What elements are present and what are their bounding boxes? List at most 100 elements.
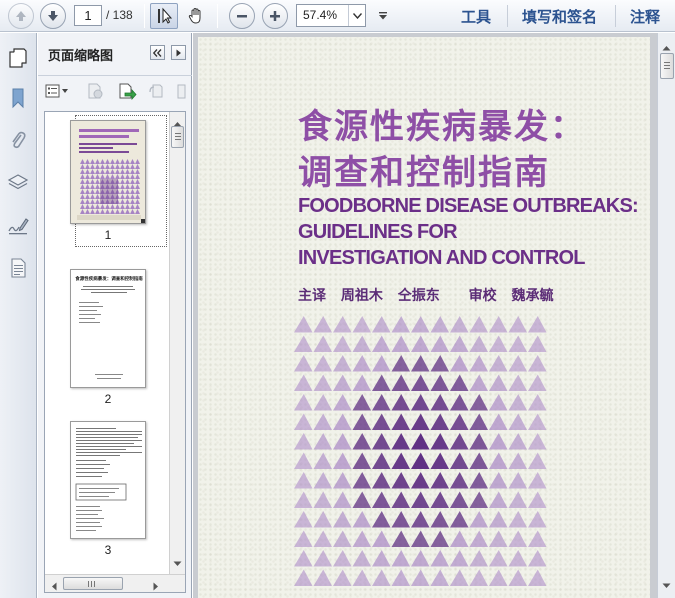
thumbnail-page-2[interactable]: 食源性疾病暴发：调查和控制指南 bbox=[70, 269, 146, 388]
thumbnail-cover-pattern bbox=[80, 159, 140, 214]
cover-triangle bbox=[294, 433, 313, 450]
page-thumbnails-button[interactable] bbox=[5, 45, 31, 71]
rotate-pages-button[interactable] bbox=[146, 81, 168, 101]
cover-triangle bbox=[528, 511, 547, 528]
cover-triangle bbox=[391, 374, 410, 391]
cover-triangle bbox=[313, 491, 332, 508]
menu-fill-sign[interactable]: 填写和签名 bbox=[522, 6, 597, 27]
arrow-up-icon bbox=[16, 11, 26, 21]
doc-scroll-thumb[interactable] bbox=[660, 53, 674, 79]
cover-triangle bbox=[294, 472, 313, 489]
thumbnail-item-1[interactable]: 1 bbox=[45, 120, 171, 242]
cover-triangle bbox=[469, 355, 488, 372]
cover-triangle bbox=[528, 374, 547, 391]
cover-triangle bbox=[372, 491, 391, 508]
select-tool-button[interactable] bbox=[150, 3, 178, 29]
extract-pages-button[interactable] bbox=[116, 81, 138, 101]
chevron-down-icon[interactable] bbox=[348, 5, 365, 26]
cover-triangle bbox=[450, 433, 469, 450]
options-menu-button[interactable] bbox=[44, 81, 72, 101]
cover-triangle bbox=[430, 433, 449, 450]
document-page: 食源性疾病暴发： 调查和控制指南 FOODBORNE DISEASE OUTBR… bbox=[198, 37, 650, 598]
cover-triangle bbox=[372, 355, 391, 372]
zoom-in-button[interactable] bbox=[262, 3, 288, 29]
cover-triangle bbox=[294, 550, 313, 567]
cover-triangle bbox=[372, 394, 391, 411]
scroll-thumb[interactable] bbox=[171, 126, 184, 148]
page-number-input[interactable]: 1 bbox=[74, 5, 102, 26]
cover-triangle bbox=[333, 355, 352, 372]
zoom-out-button[interactable] bbox=[229, 3, 255, 29]
cover-triangle bbox=[489, 452, 508, 469]
cover-triangle bbox=[333, 374, 352, 391]
cover-triangle bbox=[411, 335, 430, 352]
bookmarks-button[interactable] bbox=[5, 85, 31, 111]
document-view[interactable]: 食源性疾病暴发： 调查和控制指南 FOODBORNE DISEASE OUTBR… bbox=[193, 33, 675, 598]
cover-triangle bbox=[489, 394, 508, 411]
cover-triangle bbox=[313, 511, 332, 528]
cover-triangle bbox=[391, 530, 410, 547]
more-tools-button[interactable] bbox=[376, 7, 390, 25]
hand-tool-button[interactable] bbox=[182, 3, 210, 29]
scroll-down-arrow-icon[interactable] bbox=[173, 556, 182, 570]
cover-triangle bbox=[372, 530, 391, 547]
zoom-select[interactable]: 57.4% bbox=[296, 4, 366, 27]
cover-triangle bbox=[333, 413, 352, 430]
menu-tools[interactable]: 工具 bbox=[461, 6, 491, 27]
doc-scroll-up-arrow-icon[interactable] bbox=[662, 40, 671, 54]
cover-triangle bbox=[430, 355, 449, 372]
toolbar-divider bbox=[144, 4, 145, 28]
cover-triangle bbox=[352, 335, 371, 352]
scroll-left-arrow-icon[interactable] bbox=[51, 580, 57, 592]
cover-triangle bbox=[450, 491, 469, 508]
next-page-button[interactable] bbox=[40, 3, 66, 29]
hscroll-thumb[interactable] bbox=[63, 577, 123, 590]
page-insert-button[interactable] bbox=[174, 81, 188, 101]
triangle-right-icon bbox=[176, 49, 181, 56]
cover-triangle bbox=[372, 472, 391, 489]
cover-triangle bbox=[411, 433, 430, 450]
doc-scroll-down-arrow-icon[interactable] bbox=[662, 578, 671, 592]
thumbnail-list: 1 食源性疾病暴发：调查和控制指南 2 3 bbox=[44, 111, 186, 593]
content-button[interactable] bbox=[5, 255, 31, 281]
signatures-button[interactable] bbox=[5, 213, 31, 239]
panel-title: 页面缩略图 bbox=[48, 49, 114, 64]
previous-page-button[interactable] bbox=[8, 3, 34, 29]
thumbnail-page-3[interactable] bbox=[70, 421, 146, 539]
thumbnail-item-2[interactable]: 食源性疾病暴发：调查和控制指南 2 bbox=[45, 269, 171, 406]
expand-panel-button[interactable] bbox=[171, 45, 186, 60]
cover-triangle bbox=[469, 394, 488, 411]
document-vertical-scrollbar[interactable] bbox=[657, 33, 675, 598]
cover-triangle bbox=[313, 394, 332, 411]
cover-triangle bbox=[372, 550, 391, 567]
scroll-right-arrow-icon[interactable] bbox=[153, 580, 159, 592]
menu-comment[interactable]: 注释 bbox=[630, 6, 660, 27]
menu-divider bbox=[507, 5, 508, 27]
cover-triangle bbox=[333, 452, 352, 469]
cover-triangle bbox=[469, 452, 488, 469]
attachments-button[interactable] bbox=[5, 127, 31, 153]
collapse-panel-button[interactable] bbox=[150, 45, 165, 60]
rotate-page-icon bbox=[149, 84, 163, 98]
delete-pages-button[interactable] bbox=[84, 81, 106, 101]
cover-triangle bbox=[469, 413, 488, 430]
minus-icon bbox=[237, 15, 247, 18]
cover-triangle bbox=[352, 491, 371, 508]
thumbnail-page-1[interactable] bbox=[70, 120, 146, 224]
thumbnails-horizontal-scrollbar[interactable] bbox=[45, 574, 185, 592]
cover-triangle bbox=[391, 433, 410, 450]
cover-triangle bbox=[469, 550, 488, 567]
cover-triangle bbox=[450, 355, 469, 372]
cover-triangle bbox=[450, 472, 469, 489]
cover-triangle bbox=[313, 569, 332, 586]
thumbnails-vertical-scrollbar[interactable] bbox=[169, 112, 185, 574]
thumbnail-item-3[interactable]: 3 bbox=[45, 421, 171, 557]
cover-triangle bbox=[469, 569, 488, 586]
cover-triangle bbox=[450, 316, 469, 333]
list-options-icon bbox=[45, 84, 68, 98]
layers-button[interactable] bbox=[5, 169, 31, 195]
cover-triangle bbox=[313, 316, 332, 333]
cover-triangle bbox=[430, 530, 449, 547]
cover-triangle bbox=[508, 550, 527, 567]
cover-triangle bbox=[313, 335, 332, 352]
